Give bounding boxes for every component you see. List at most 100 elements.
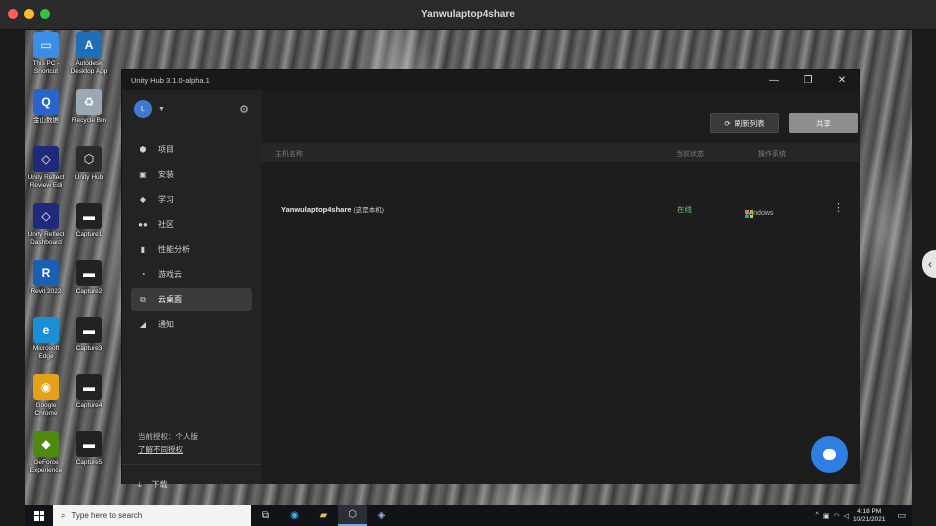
table-row[interactable]: Yanwulaptop4share (这是本机) 在线 Windows ⋮ <box>261 198 860 220</box>
chat-button[interactable] <box>811 436 848 473</box>
edge-icon: e <box>33 317 59 343</box>
desktop-icon-label: Capture5 <box>75 459 103 466</box>
desktop-icon-label: Capture2 <box>75 288 103 295</box>
sidebar-item[interactable]: ⧉ 云桌面 <box>131 288 252 311</box>
desktop-icon[interactable]: A Autodesk Desktop App <box>66 32 112 76</box>
desktop-icon[interactable]: ♻ Recycle Bin <box>66 89 112 125</box>
sidebar-item-label: 社区 <box>158 220 174 229</box>
date: 10/21/2021 <box>852 515 886 523</box>
license-current: 当前授权：个人版 <box>138 432 198 441</box>
sidebar-item[interactable]: ◢ 通知 <box>131 313 252 336</box>
autodesk-icon: A <box>76 32 102 58</box>
sidebar-item[interactable]: ◔ 游戏云 <box>131 263 252 286</box>
unity-reflect-dashboard-icon: ◇ <box>33 203 59 229</box>
notifications-icon[interactable]: ▭ <box>897 510 906 521</box>
avatar[interactable]: L <box>134 100 152 118</box>
sidebar-item-label: 性能分析 <box>158 245 190 254</box>
edge-taskbar-icon[interactable]: ◉ <box>280 505 309 526</box>
chevron-up-icon[interactable]: ^ <box>816 512 819 519</box>
sidebar-item-label: 项目 <box>158 145 174 154</box>
download-item[interactable]: ⤓ 下载 <box>138 479 168 490</box>
desktop-icon[interactable]: Q 金山数据 <box>23 89 69 125</box>
volume-icon[interactable]: ◁ <box>844 512 849 520</box>
unity-hub-taskbar-icon[interactable]: ⬡ <box>338 505 367 526</box>
share-button[interactable]: 共享 <box>789 113 858 133</box>
desktop-icon-label: This PC - Shortcut <box>32 60 60 75</box>
sidebar-item[interactable]: ▣ 安装 <box>131 163 252 186</box>
time: 4:18 PM <box>857 507 882 515</box>
window-title: Yanwulaptop4share <box>421 9 515 20</box>
right-border <box>912 30 936 526</box>
download-icon: ⤓ <box>138 479 142 489</box>
desktop-icon[interactable]: ▭ This PC - Shortcut <box>23 32 69 76</box>
status-badge: 在线 <box>677 205 692 214</box>
capture-icon: ▬ <box>76 431 102 457</box>
desktop-icon[interactable]: e Microsoft Edge <box>23 317 69 361</box>
desktop-icon[interactable]: ▬ Capture2 <box>66 260 112 296</box>
divider <box>122 464 261 465</box>
capture-icon: ▬ <box>76 317 102 343</box>
desktop-icon-label: GeForce Experience <box>29 459 63 474</box>
file-explorer-icon[interactable]: ▰ <box>309 505 338 526</box>
cube-icon: ⬢ <box>139 145 147 154</box>
sidebar-item[interactable]: ▮ 性能分析 <box>131 238 252 261</box>
desktop-icon[interactable]: ◇ Unity Reflect Review Edi <box>23 146 69 190</box>
task-view-icon[interactable]: ⧉ <box>251 505 280 526</box>
sidebar-item-label: 安装 <box>158 170 174 179</box>
search-placeholder: Type here to search <box>71 511 143 520</box>
desktop-icon[interactable]: ▬ Capture3 <box>66 317 112 353</box>
desktop-icon[interactable]: ▬ Capture4 <box>66 374 112 410</box>
geforce-icon: ◆ <box>33 431 59 457</box>
license-link[interactable]: 了解不同授权 <box>138 443 198 456</box>
sidebar-item[interactable]: ●● 社区 <box>131 213 252 236</box>
desktop-icon-label: Revit 2022 <box>30 288 62 295</box>
unity-hub-icon: ⬡ <box>76 146 102 172</box>
capture-icon: ▬ <box>76 260 102 286</box>
sidebar-item-label: 游戏云 <box>158 270 182 279</box>
sidebar-item[interactable]: ⬢ 项目 <box>131 138 252 161</box>
restore-button[interactable]: ❐ <box>791 75 825 86</box>
sidebar-item[interactable]: ◆ 学习 <box>131 188 252 211</box>
desktop-icon-label: Unity Hub <box>74 174 104 181</box>
system-tray: ^ ▣ ◠ ◁ 4:18 PM 10/21/2021 ▭ <box>816 508 912 524</box>
app-taskbar-icon[interactable]: ◈ <box>367 505 396 526</box>
desktop-icon-label: Unity Reflect Review Edi <box>27 174 65 189</box>
desktop-icon[interactable]: R Revit 2022 <box>23 260 69 296</box>
desktop-icon-label: Autodesk Desktop App <box>70 60 108 75</box>
wifi-icon[interactable]: ◠ <box>833 512 839 520</box>
desktop-icon[interactable]: ▬ Capture1 <box>66 203 112 239</box>
people-icon: ●● <box>138 220 148 229</box>
desktop-icon-label: Capture4 <box>75 402 103 409</box>
account-row: L ▼ ⚙ <box>122 90 261 118</box>
main-content: ⟳ 刷新列表 共享 主机名称 当前状态 操作系统 Yanwulaptop4sha… <box>261 90 860 484</box>
desktop-icon-label: Microsoft Edge <box>32 345 60 360</box>
remote-desktop-icon: ⧉ <box>140 294 146 304</box>
capture-icon: ▬ <box>76 374 102 400</box>
chevron-left-icon: ‹ <box>928 257 932 271</box>
minimize-button[interactable]: — <box>757 75 791 86</box>
desktop-icon[interactable]: ◇ Unity Reflect Dashboard <box>23 203 69 247</box>
close-button[interactable]: ✕ <box>825 75 859 86</box>
desktop-icon[interactable]: ◉ Google Chrome <box>23 374 69 418</box>
desktop-icon[interactable]: ⬡ Unity Hub <box>66 146 112 182</box>
desktop-icon-label: 金山数据 <box>33 117 59 124</box>
capture-icon: ▬ <box>76 203 102 229</box>
start-button[interactable] <box>25 505 53 526</box>
gear-icon[interactable]: ⚙ <box>239 103 249 116</box>
desktop-icon[interactable]: ▬ Capture5 <box>66 431 112 467</box>
desktop-icon[interactable]: ◆ GeForce Experience <box>23 431 69 475</box>
close-window-button[interactable] <box>8 9 18 19</box>
caret-down-icon[interactable]: ▼ <box>158 106 165 113</box>
sidebar-item-label: 云桌面 <box>158 295 182 304</box>
refresh-button[interactable]: ⟳ 刷新列表 <box>710 113 779 133</box>
minimize-window-button[interactable] <box>24 9 34 19</box>
header-host: 主机名称 <box>275 151 303 158</box>
network-icon[interactable]: ▣ <box>823 512 830 520</box>
desktop-icon-label: Capture3 <box>75 345 103 352</box>
more-options-icon[interactable]: ⋮ <box>833 201 844 214</box>
taskbar-search[interactable]: ⌕ Type here to search <box>53 505 251 526</box>
left-border <box>0 30 25 526</box>
clock[interactable]: 4:18 PM 10/21/2021 <box>853 508 886 524</box>
sidebar-item-label: 通知 <box>158 320 174 329</box>
zoom-window-button[interactable] <box>40 9 50 19</box>
